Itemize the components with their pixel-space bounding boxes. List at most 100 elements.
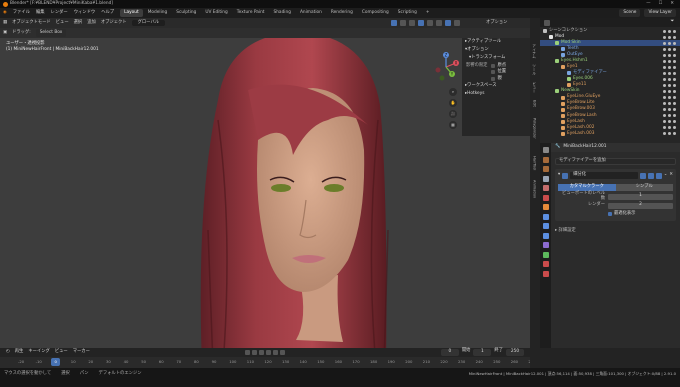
- menu-file[interactable]: ファイル: [13, 10, 30, 15]
- workspace-tab-shading[interactable]: Shading: [269, 9, 294, 17]
- output-tab-icon[interactable]: [542, 166, 549, 172]
- outliner-row[interactable]: EyeLash.003: [540, 131, 680, 137]
- close-button[interactable]: ✕: [670, 1, 674, 6]
- constraints-tab-icon[interactable]: [542, 242, 549, 248]
- workspace-tab-animation[interactable]: Animation: [296, 9, 326, 17]
- gizmo-icon[interactable]: [400, 20, 406, 26]
- workspace-tab-uv-editing[interactable]: UV Editing: [201, 9, 231, 17]
- modifier-close-icon[interactable]: ✕: [669, 173, 673, 178]
- tab-view[interactable]: ビュー: [532, 82, 537, 93]
- timeline-ruler[interactable]: -20 -10 0 10 20 30 40 50 60 70 80 90 100 110 120 130 140…: [0, 357, 536, 368]
- material-shading-icon[interactable]: [445, 20, 451, 26]
- drag-select-dropdown[interactable]: Select Box: [35, 28, 67, 38]
- workspace-tab-layout[interactable]: Layout: [120, 8, 143, 18]
- play-button[interactable]: [265, 350, 271, 355]
- transform-section[interactable]: ▾ トランスフォーム: [462, 54, 530, 62]
- workspace-section[interactable]: ▸ ワークスペース: [462, 82, 530, 90]
- add-modifier-dropdown[interactable]: モディファイアーを追加: [555, 158, 676, 165]
- workspace-tab-texture-paint[interactable]: Texture Paint: [233, 9, 269, 17]
- end-frame-field[interactable]: 250: [506, 349, 524, 356]
- current-frame-field[interactable]: 0: [440, 349, 459, 356]
- outliner-toggles[interactable]: [663, 77, 676, 81]
- visibility-icon[interactable]: [391, 20, 397, 26]
- object-menu[interactable]: オブジェクト: [101, 20, 127, 25]
- catmull-clark-button[interactable]: カタマルクラーク: [558, 184, 616, 191]
- playback-menu[interactable]: 再生: [15, 350, 24, 355]
- keying-menu[interactable]: キーイング: [28, 350, 49, 355]
- render-tab-icon[interactable]: [542, 156, 549, 163]
- outliner-toggles[interactable]: [663, 53, 676, 57]
- minimize-button[interactable]: —: [646, 1, 650, 6]
- viewport-levels-field[interactable]: 1: [608, 193, 673, 200]
- material-tab-icon[interactable]: [542, 261, 549, 267]
- outliner-toggles[interactable]: [663, 132, 676, 136]
- outliner-toggles[interactable]: [663, 114, 676, 118]
- outliner-toggles[interactable]: [663, 126, 676, 130]
- outliner-toggles[interactable]: [663, 83, 676, 87]
- outliner-toggles[interactable]: [663, 120, 676, 124]
- render-toggle-icon[interactable]: [655, 172, 662, 179]
- jump-end-button[interactable]: [279, 350, 285, 355]
- scene-tab-icon[interactable]: [542, 185, 549, 191]
- data-tab-icon[interactable]: [542, 251, 549, 258]
- menu-window[interactable]: ウィンドウ: [74, 10, 95, 15]
- add-workspace-button[interactable]: +: [422, 9, 434, 17]
- workspace-tab-sculpting[interactable]: Sculpting: [172, 9, 200, 17]
- editor-type-button[interactable]: ▦: [3, 20, 7, 25]
- advanced-section[interactable]: ▸ 詳細設定: [555, 228, 676, 233]
- outliner-toggles[interactable]: [663, 65, 676, 69]
- menu-render[interactable]: レンダー: [51, 10, 68, 15]
- camera-icon[interactable]: 🎥: [449, 110, 457, 118]
- outliner-toggles[interactable]: [663, 29, 676, 33]
- particles-tab-icon[interactable]: [542, 223, 549, 229]
- select-menu[interactable]: 選択: [74, 20, 83, 25]
- options-dropdown[interactable]: オプション: [486, 20, 507, 25]
- play-reverse-button[interactable]: [258, 350, 264, 355]
- physics-tab-icon[interactable]: [542, 232, 549, 239]
- tool-icon[interactable]: ▣: [3, 30, 7, 35]
- world-tab-icon[interactable]: [542, 194, 549, 201]
- modifier-name-field[interactable]: 細分化: [570, 172, 638, 179]
- outliner-toggles[interactable]: [663, 41, 676, 45]
- menu-help[interactable]: ヘルプ: [101, 10, 114, 15]
- blender-menu-icon[interactable]: ◉: [3, 10, 7, 15]
- view-menu-timeline[interactable]: ビュー: [55, 350, 68, 355]
- add-menu[interactable]: 追加: [87, 20, 96, 25]
- outliner-editor-icon[interactable]: [544, 19, 550, 26]
- view-menu[interactable]: ビュー: [56, 20, 69, 25]
- outliner-toggles[interactable]: [663, 96, 676, 100]
- texture-tab-icon[interactable]: [542, 270, 549, 277]
- view-layer-selector[interactable]: View Layer: [644, 8, 676, 18]
- 3d-viewport[interactable]: ▦ オブジェクトモード ビュー 選択 追加 オブジェクト グローバル オプション…: [0, 18, 530, 348]
- optimal-display-checkbox[interactable]: 最適化表示: [608, 212, 635, 217]
- transform-orientation-dropdown[interactable]: グローバル: [131, 19, 166, 27]
- outliner-toggles[interactable]: [663, 35, 676, 39]
- tab-edit[interactable]: Edit: [532, 100, 537, 107]
- start-frame-field[interactable]: 1: [473, 349, 492, 356]
- active-tool-section[interactable]: ▸ アクティブツール: [462, 38, 530, 46]
- marker-menu[interactable]: マーカー: [73, 350, 90, 355]
- outliner-toggles[interactable]: [663, 108, 676, 112]
- outliner-toggles[interactable]: [663, 102, 676, 106]
- workspace-tab-modeling[interactable]: Modeling: [144, 9, 172, 17]
- scene-selector[interactable]: Scene: [619, 8, 641, 18]
- workspace-tab-compositing[interactable]: Compositing: [358, 9, 393, 17]
- tool-tab-icon[interactable]: [542, 147, 549, 153]
- collapse-chevron-icon[interactable]: ▾: [558, 173, 560, 178]
- view-layer-tab-icon[interactable]: [542, 175, 549, 182]
- prev-keyframe-button[interactable]: [251, 350, 257, 355]
- tab-animation[interactable]: Animation: [532, 180, 537, 198]
- jump-start-button[interactable]: [244, 350, 250, 355]
- rendered-shading-icon[interactable]: [454, 20, 460, 26]
- modifier-menu-icon[interactable]: ⌄: [664, 173, 668, 178]
- solid-shading-icon[interactable]: [436, 20, 442, 26]
- zoom-icon[interactable]: ⌕: [449, 88, 457, 96]
- tab-tool[interactable]: ツール: [532, 64, 537, 75]
- object-mode-dropdown[interactable]: オブジェクトモード: [12, 20, 51, 25]
- tab-item[interactable]: アイテム: [532, 44, 537, 58]
- tab-hairtool[interactable]: HairTool: [532, 156, 537, 170]
- overlay-icon[interactable]: [409, 20, 415, 26]
- affect-parent-checkbox[interactable]: 親: [491, 76, 506, 81]
- pan-hand-icon[interactable]: ✋: [449, 99, 457, 107]
- modifier-tab-icon[interactable]: [542, 213, 549, 220]
